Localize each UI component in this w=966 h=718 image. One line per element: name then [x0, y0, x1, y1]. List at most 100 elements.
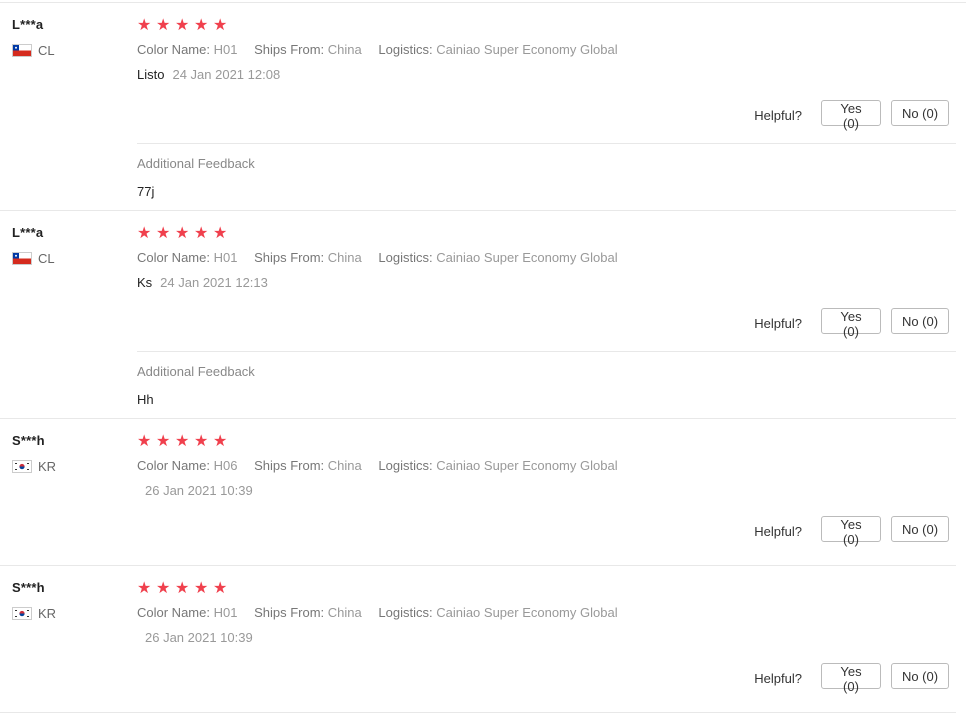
reviewer-country: KR	[12, 606, 56, 621]
review-body: Ks 24 Jan 2021 12:13	[137, 275, 268, 290]
helpful-vote: Helpful? Yes (0) No (0)	[754, 308, 949, 339]
south-korea-flag-icon	[12, 607, 32, 620]
review-date: 26 Jan 2021 10:39	[145, 630, 253, 645]
helpful-label: Helpful?	[754, 107, 802, 123]
star-icon: ★	[156, 225, 171, 242]
logistics-value: Cainiao Super Economy Global	[436, 42, 618, 57]
star-icon: ★	[213, 225, 228, 242]
helpful-no-button[interactable]: No (0)	[891, 663, 949, 689]
star-icon: ★	[194, 433, 209, 450]
helpful-label: Helpful?	[754, 523, 802, 539]
helpful-yes-button[interactable]: Yes (0)	[821, 308, 881, 339]
helpful-no-button[interactable]: No (0)	[891, 100, 949, 126]
helpful-vote: Helpful? Yes (0) No (0)	[754, 516, 949, 547]
ships-from-value: China	[327, 458, 362, 473]
star-icon: ★	[213, 433, 228, 450]
reviewer-country: CL	[12, 43, 55, 58]
review-divider	[0, 565, 956, 566]
color-name-label: Color Name:	[137, 42, 210, 57]
review-body: Listo 24 Jan 2021 12:08	[137, 67, 280, 82]
review-date: 26 Jan 2021 10:39	[145, 483, 253, 498]
reviewer-name: S***h	[12, 433, 45, 448]
reviewer-name: L***a	[12, 17, 44, 32]
review-content: Listo	[137, 67, 165, 82]
additional-feedback-title: Additional Feedback	[137, 364, 255, 379]
review-divider	[0, 210, 956, 211]
star-icon: ★	[137, 17, 152, 34]
star-icon: ★	[175, 17, 190, 34]
color-name-value: H01	[213, 250, 238, 265]
country-code: CL	[38, 251, 55, 266]
star-icon: ★	[175, 225, 190, 242]
ships-from-value: China	[327, 42, 362, 57]
additional-feedback-text: Hh	[137, 392, 154, 407]
south-korea-flag-icon	[12, 460, 32, 473]
country-code: CL	[38, 43, 55, 58]
reviewer-name: S***h	[12, 580, 45, 595]
logistics-label: Logistics:	[378, 458, 433, 473]
star-icon: ★	[175, 580, 190, 597]
review-date: 24 Jan 2021 12:08	[172, 67, 281, 82]
country-code: KR	[38, 459, 57, 474]
color-name-value: H01	[213, 605, 238, 620]
ships-from-label: Ships From:	[254, 42, 325, 57]
star-icon: ★	[137, 433, 152, 450]
helpful-vote: Helpful? Yes (0) No (0)	[754, 663, 949, 694]
star-icon: ★	[137, 580, 152, 597]
ships-from-label: Ships From:	[254, 250, 325, 265]
star-rating: ★ ★ ★ ★ ★	[137, 226, 230, 242]
feedback-divider	[137, 351, 956, 352]
top-divider	[0, 2, 966, 3]
star-icon: ★	[194, 225, 209, 242]
chile-flag-icon	[12, 44, 32, 57]
helpful-no-button[interactable]: No (0)	[891, 516, 949, 542]
reviewer-country: KR	[12, 459, 56, 474]
country-code: KR	[38, 606, 57, 621]
review-body: 26 Jan 2021 10:39	[137, 483, 253, 498]
star-rating: ★ ★ ★ ★ ★	[137, 581, 230, 597]
star-icon: ★	[194, 17, 209, 34]
helpful-label: Helpful?	[754, 670, 802, 686]
helpful-yes-button[interactable]: Yes (0)	[821, 100, 881, 131]
star-icon: ★	[213, 580, 228, 597]
additional-feedback-text: 77j	[137, 184, 155, 199]
star-icon: ★	[156, 580, 171, 597]
color-name-value: H06	[213, 458, 238, 473]
color-name-label: Color Name:	[137, 250, 210, 265]
additional-feedback-title: Additional Feedback	[137, 156, 255, 171]
helpful-yes-button[interactable]: Yes (0)	[821, 516, 881, 547]
chile-flag-icon	[12, 252, 32, 265]
review-divider	[0, 418, 956, 419]
review-divider	[0, 712, 956, 713]
helpful-label: Helpful?	[754, 315, 802, 331]
order-details: Color Name: H01 Ships From: China Logist…	[137, 605, 631, 620]
color-name-value: H01	[213, 42, 238, 57]
review-body: 26 Jan 2021 10:39	[137, 630, 253, 645]
logistics-value: Cainiao Super Economy Global	[436, 605, 618, 620]
review-date: 24 Jan 2021 12:13	[160, 275, 268, 290]
reviewer-name: L***a	[12, 225, 44, 240]
ships-from-label: Ships From:	[254, 458, 325, 473]
star-icon: ★	[137, 225, 152, 242]
star-icon: ★	[175, 433, 190, 450]
star-icon: ★	[213, 17, 228, 34]
order-details: Color Name: H01 Ships From: China Logist…	[137, 250, 631, 265]
helpful-yes-button[interactable]: Yes (0)	[821, 663, 881, 694]
logistics-value: Cainiao Super Economy Global	[436, 250, 618, 265]
review-content: Ks	[137, 275, 153, 290]
helpful-no-button[interactable]: No (0)	[891, 308, 949, 334]
feedback-divider	[137, 143, 956, 144]
ships-from-value: China	[327, 250, 362, 265]
star-icon: ★	[156, 17, 171, 34]
logistics-value: Cainiao Super Economy Global	[436, 458, 618, 473]
star-rating: ★ ★ ★ ★ ★	[137, 18, 230, 34]
logistics-label: Logistics:	[378, 250, 433, 265]
star-icon: ★	[156, 433, 171, 450]
ships-from-value: China	[327, 605, 362, 620]
logistics-label: Logistics:	[378, 42, 433, 57]
star-icon: ★	[194, 580, 209, 597]
ships-from-label: Ships From:	[254, 605, 325, 620]
logistics-label: Logistics:	[378, 605, 433, 620]
color-name-label: Color Name:	[137, 605, 210, 620]
color-name-label: Color Name:	[137, 458, 210, 473]
